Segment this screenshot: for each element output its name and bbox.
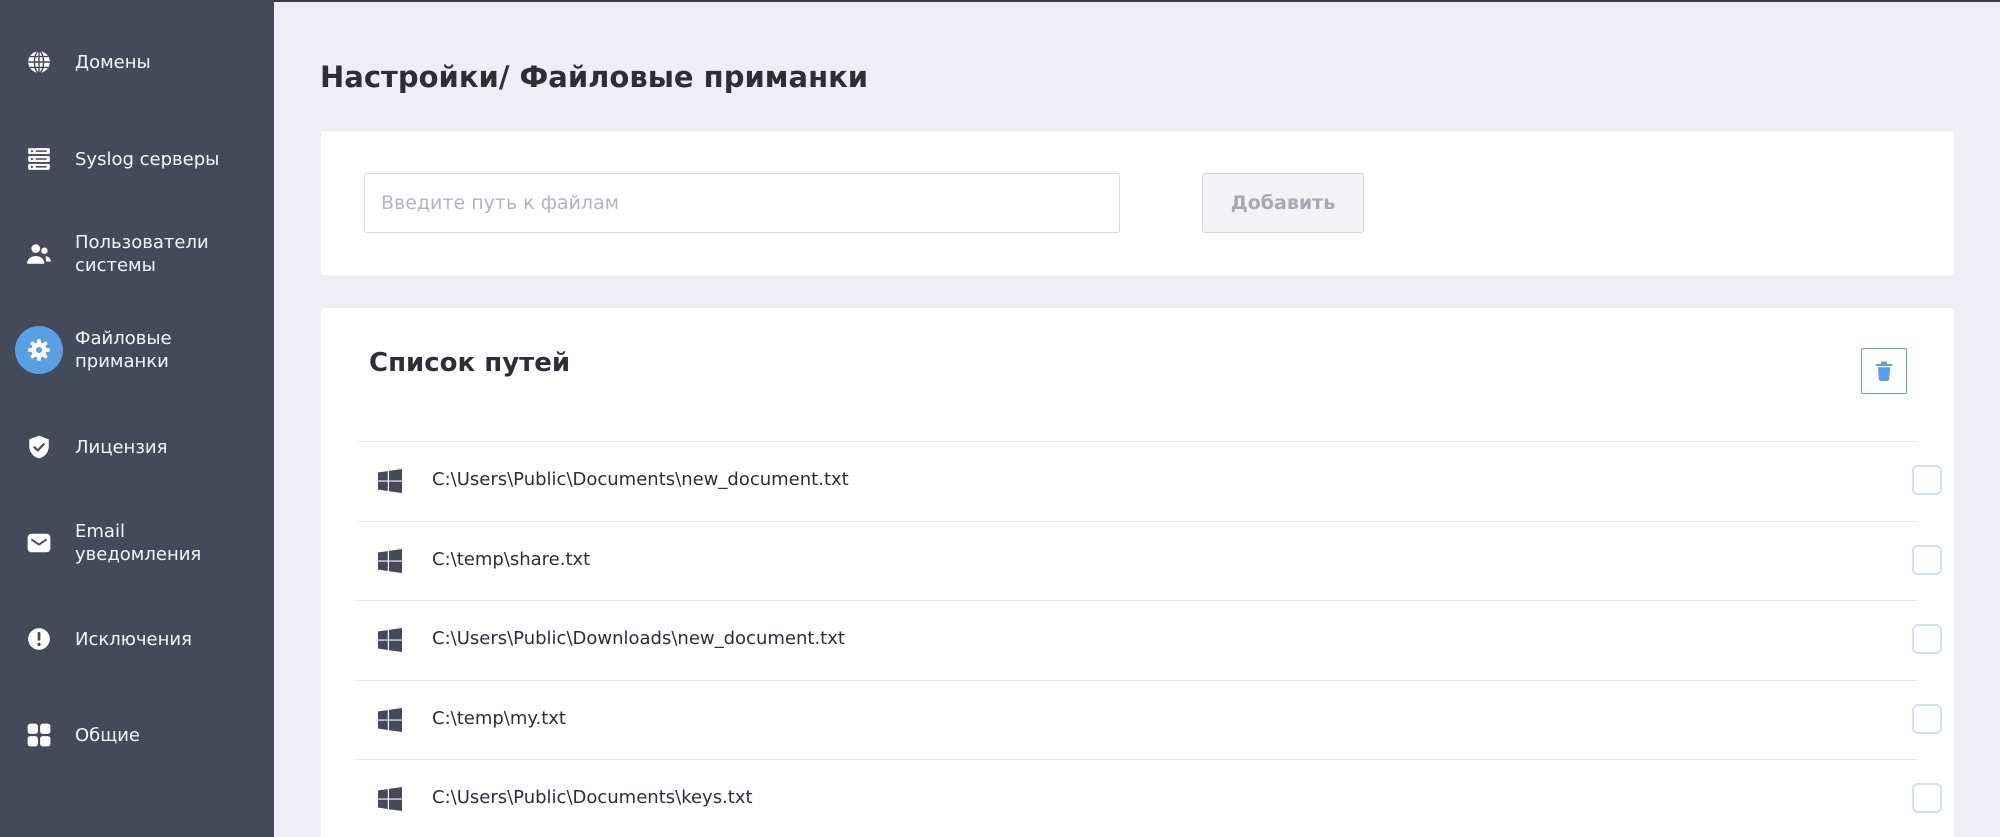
sidebar-item-label: Домены — [75, 51, 151, 73]
server-icon — [15, 135, 63, 183]
path-text: C:\temp\my.txt — [432, 707, 566, 729]
list-item: C:\Users\Public\Downloads\new_document.t… — [356, 600, 1942, 680]
sidebar-item-label: Общие — [75, 724, 140, 746]
sidebar: Домены Syslog серверы Пользователи систе… — [0, 0, 274, 837]
sidebar-item-label: Syslog серверы — [75, 148, 220, 170]
sidebar-item-exceptions[interactable]: Исключения — [0, 603, 274, 675]
list-item: C:\Users\Public\Documents\keys.txt — [356, 759, 1942, 837]
sidebar-item-label: Файловые приманки — [75, 328, 172, 372]
windows-icon — [378, 707, 402, 732]
exclamation-icon — [15, 615, 63, 663]
windows-icon — [378, 548, 402, 573]
paths-list-card: Список путей C:\Users\Public\Documents\n… — [321, 308, 1954, 837]
path-text: C:\Users\Public\Documents\keys.txt — [432, 787, 753, 808]
globe-icon — [15, 38, 63, 86]
sidebar-item-users[interactable]: Пользователи системы — [0, 218, 274, 290]
add-path-card: Добавить — [321, 131, 1954, 275]
sidebar-item-email[interactable]: Email уведомления — [0, 507, 274, 579]
grid-icon — [15, 711, 63, 759]
list-item: C:\temp\my.txt — [356, 679, 1942, 760]
sidebar-item-license[interactable]: Лицензия — [0, 411, 274, 483]
sidebar-item-label: Пользователи системы — [75, 232, 209, 276]
gear-icon — [15, 326, 63, 374]
delete-selected-button[interactable] — [1861, 348, 1907, 394]
sidebar-item-general[interactable]: Общие — [0, 699, 274, 771]
sidebar-item-file-decoys[interactable]: Файловые приманки — [0, 314, 274, 386]
sidebar-item-domains[interactable]: Домены — [0, 26, 274, 98]
sidebar-item-syslog[interactable]: Syslog серверы — [0, 123, 274, 195]
row-checkbox[interactable] — [1912, 465, 1942, 495]
windows-icon — [378, 469, 402, 493]
add-button[interactable]: Добавить — [1202, 173, 1364, 233]
path-text: C:\temp\share.txt — [432, 548, 591, 570]
list-title: Список путей — [369, 348, 571, 378]
shield-check-icon — [15, 423, 63, 471]
trash-icon — [1876, 361, 1892, 381]
sidebar-item-label: Лицензия — [75, 436, 168, 458]
windows-icon — [378, 787, 402, 811]
row-checkbox[interactable] — [1912, 703, 1942, 734]
sidebar-item-label: Исключения — [75, 628, 192, 650]
path-text: C:\Users\Public\Downloads\new_document.t… — [432, 628, 845, 649]
row-checkbox[interactable] — [1912, 783, 1942, 813]
path-text: C:\Users\Public\Documents\new_document.t… — [432, 469, 849, 490]
paths-list: C:\Users\Public\Documents\new_document.t… — [356, 441, 1942, 837]
list-item: C:\temp\share.txt — [356, 520, 1942, 601]
main-content: Настройки/ Файловые приманки Добавить Сп… — [274, 0, 2000, 837]
sidebar-item-label: Email уведомления — [75, 521, 202, 565]
envelope-icon — [15, 519, 63, 567]
row-checkbox[interactable] — [1912, 544, 1942, 575]
path-input[interactable] — [364, 173, 1120, 233]
list-item: C:\Users\Public\Documents\new_document.t… — [356, 441, 1942, 521]
row-checkbox[interactable] — [1912, 624, 1942, 654]
users-icon — [15, 230, 63, 278]
windows-icon — [378, 628, 402, 652]
page-title: Настройки/ Файловые приманки — [320, 60, 869, 94]
